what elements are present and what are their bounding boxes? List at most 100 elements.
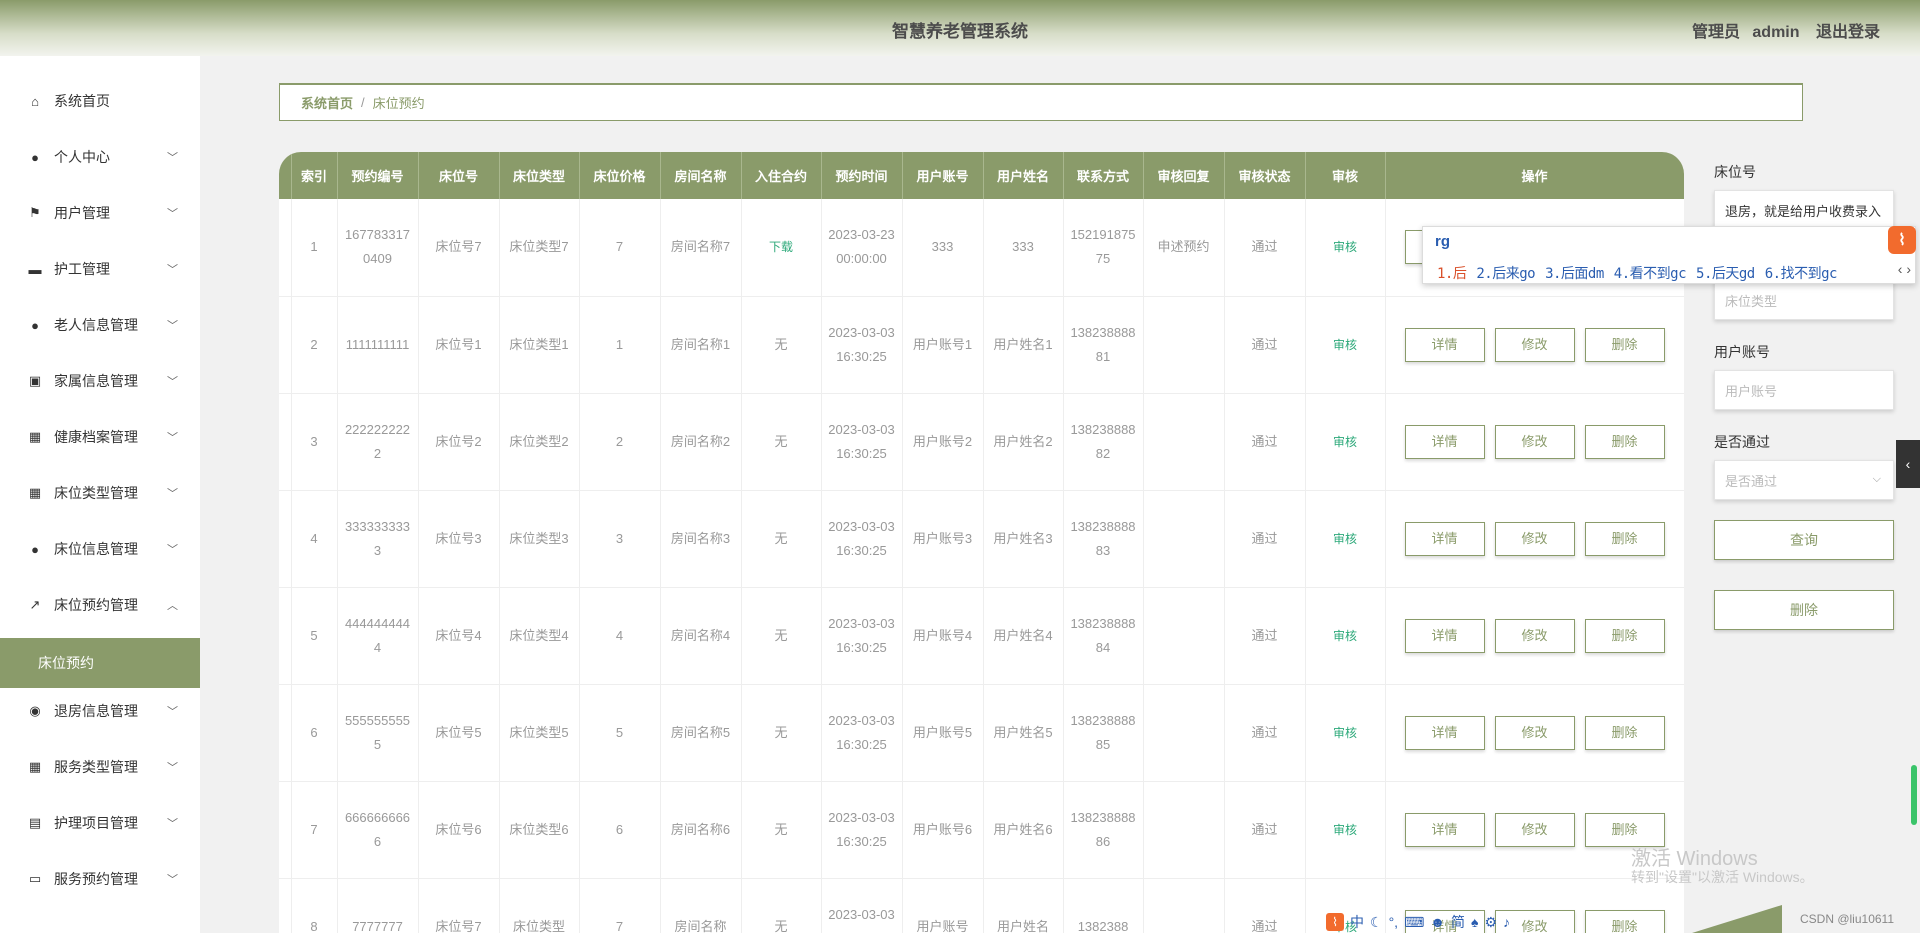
sidebar-item-label: 用户管理 [54,205,110,221]
audit-link[interactable]: 审核 [1305,587,1386,685]
sidebar-item[interactable]: ◉ 退房信息管理 ﹀ [0,691,200,731]
shirt-icon[interactable]: ♠ [1471,914,1478,930]
table-cell: 3 [291,393,338,491]
sidebar-item-label: 床位类型管理 [54,485,138,501]
contract-download-link[interactable]: 下载 [741,199,822,297]
delete-button[interactable]: 删除 [1584,327,1665,362]
ime-candidate[interactable]: 3.后面dm [1545,266,1604,282]
detail-button[interactable]: 详情 [1404,812,1485,847]
audit-link[interactable]: 审核 [1305,393,1386,491]
sidebar-subitem-bed-reservation[interactable]: 床位预约 [0,638,200,688]
punctuation-icon[interactable]: °, [1389,914,1399,930]
audit-link[interactable]: 审核 [1305,199,1386,297]
ime-chinese-mode[interactable]: 中 [1350,912,1364,932]
ime-candidate[interactable]: 2.后来go [1476,266,1535,282]
grid-icon: ▦ [28,759,42,774]
audit-link[interactable]: 审核 [1305,684,1386,782]
sidebar-item-label: 老人信息管理 [54,317,138,333]
delete-button[interactable]: 删除 [1584,715,1665,750]
table-cell: 15219187575 [1063,199,1144,297]
gear-icon[interactable]: ⚙ [1484,914,1497,931]
column-header: 预约编号 [337,152,419,199]
ime-candidate[interactable]: 5.后天gd [1696,266,1755,282]
table-cell: 床位号5 [418,684,500,782]
delete-button[interactable]: 删除 [1584,909,1665,933]
edit-button[interactable]: 修改 [1494,618,1575,653]
table-cell: 床位类型5 [499,684,580,782]
table-cell: 1 [291,199,338,297]
ime-candidate[interactable]: 1.后 [1437,266,1467,282]
delete-button[interactable]: 删除 [1584,521,1665,556]
sidebar-item[interactable]: ▦ 健康档案管理 ﹀ [0,417,200,457]
sidebar-item[interactable]: ⌂ 系统首页 [0,81,200,121]
table-cell: 房间名称 [660,878,742,933]
sidebar-item[interactable]: ▤ 护理项目管理 ﹀ [0,803,200,843]
table-cell: 2023-03-03 16:30:25 [821,296,903,394]
row-spacer [279,587,292,685]
delete-selected-button[interactable]: 删除 [1714,590,1894,630]
edit-button[interactable]: 修改 [1494,521,1575,556]
sidebar-item[interactable]: ▬ 护工管理 ﹀ [0,249,200,289]
table-cell: 2023-03-03 16:30:25 [821,684,903,782]
table-cell: 无 [741,296,822,394]
sidebar-item[interactable]: ▭ 服务预约管理 ﹀ [0,859,200,899]
ime-candidate[interactable]: 6.找不到gc [1765,266,1838,282]
user-icon[interactable]: ☻ [1430,914,1445,930]
breadcrumb-home[interactable]: 系统首页 [301,93,353,112]
audit-link[interactable]: 审核 [1305,490,1386,588]
bed-type-input[interactable]: 床位类型 [1714,280,1894,320]
briefcase-icon: ▣ [28,373,42,388]
tiktok-icon[interactable]: ♪ [1503,914,1510,930]
table-cell: 3 [579,490,661,588]
detail-button[interactable]: 详情 [1404,521,1485,556]
sidebar-item[interactable]: ⚑ 用户管理 ﹀ [0,193,200,233]
table-cell: 床位号7 [418,878,500,933]
audit-link[interactable]: 审核 [1305,296,1386,394]
passed-select[interactable]: 是否通过 ⌵ [1714,460,1894,500]
edit-button[interactable]: 修改 [1494,424,1575,459]
query-button[interactable]: 查询 [1714,520,1894,560]
sidebar-item[interactable]: ▣ 家属信息管理 ﹀ [0,361,200,401]
scrollbar-thumb[interactable] [1911,765,1917,825]
bed-no-input[interactable]: 退房，就是给用户收费录入 [1714,190,1894,230]
chevron-down-icon: ﹀ [167,320,178,332]
logout-button[interactable]: 退出登录 [1816,24,1880,41]
sidebar-item[interactable]: ▦ 床位类型管理 ﹀ [0,473,200,513]
delete-button[interactable]: 删除 [1584,424,1665,459]
ime-candidate[interactable]: 4.看不到gc [1614,266,1687,282]
ime-brand-icon[interactable]: ⌇ [1326,913,1344,931]
ime-simplified-mode[interactable]: 简 [1451,912,1465,932]
keyboard-icon[interactable]: ⌨ [1404,914,1424,931]
edit-button[interactable]: 修改 [1494,715,1575,750]
sidebar-item[interactable]: ● 个人中心 ﹀ [0,137,200,177]
edit-button[interactable]: 修改 [1494,327,1575,362]
table-cell: 2023-03-03 16:30:25 [821,393,903,491]
moon-icon[interactable]: ☾ [1370,914,1383,931]
table-cell: 7 [291,781,338,879]
table-cell: 3333333333 [337,490,419,588]
delete-button[interactable]: 删除 [1584,618,1665,653]
sidebar-item[interactable]: ● 老人信息管理 ﹀ [0,305,200,345]
table-cell: 7 [579,878,661,933]
table-cell: 13823888886 [1063,781,1144,879]
edit-button[interactable]: 修改 [1494,812,1575,847]
sidebar-item[interactable]: ↗ 床位预约管理 ︿ [0,585,200,625]
corner-decoration [1692,905,1782,933]
column-header: 预约时间 [821,152,903,199]
page-scrollbar[interactable] [1910,60,1918,933]
user-account-label: 用户账号 [1714,344,1770,360]
user-account-input[interactable]: 用户账号 [1714,370,1894,410]
detail-button[interactable]: 详情 [1404,618,1485,653]
detail-button[interactable]: 详情 [1404,327,1485,362]
detail-button[interactable]: 详情 [1404,715,1485,750]
table-cell: 用户账号5 [902,684,984,782]
table-cell: 8 [291,878,338,933]
operations-cell: 详情修改删除 [1385,490,1684,588]
audit-link[interactable]: 审核 [1305,781,1386,879]
sidebar-item[interactable]: ▦ 服务类型管理 ﹀ [0,747,200,787]
windows-watermark-subtitle: 转到"设置"以激活 Windows。 [1631,869,1814,885]
table-cell: 通过 [1224,878,1306,933]
chevron-down-icon: ﹀ [167,488,178,500]
detail-button[interactable]: 详情 [1404,424,1485,459]
sidebar-item[interactable]: ● 床位信息管理 ﹀ [0,529,200,569]
